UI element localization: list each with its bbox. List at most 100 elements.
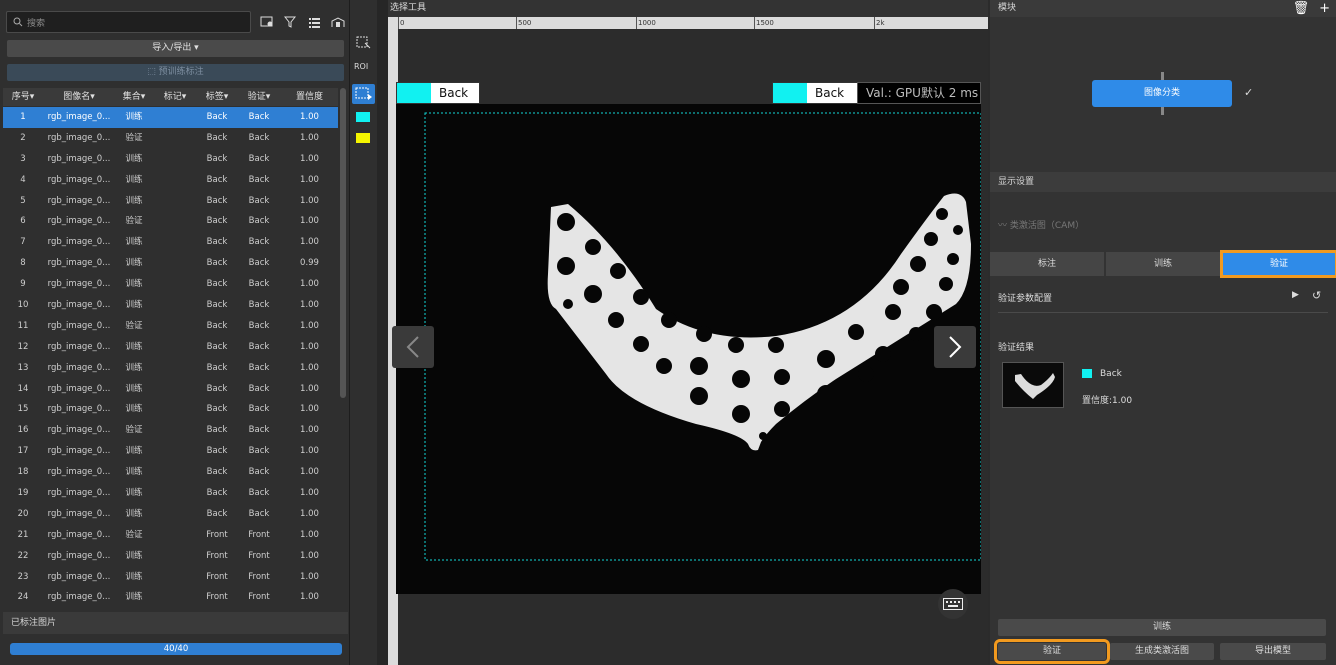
delete-icon[interactable]: 🗑 [1293, 0, 1310, 17]
table-row[interactable]: 17 rgb_image_0... 训练 Back Back 1.00 [3, 441, 338, 462]
cell-name: rgb_image_0... [47, 300, 111, 311]
col-validation[interactable]: 验证▾ [237, 88, 281, 106]
cell-set: 训练 [125, 258, 143, 269]
cell-name: rgb_image_0... [47, 488, 111, 499]
layout-icon[interactable] [330, 14, 346, 30]
col-confidence[interactable]: 置信度 [281, 88, 338, 106]
table-row[interactable]: 12 rgb_image_0... 训练 Back Back 1.00 [3, 337, 338, 358]
cell-n: 20 [17, 508, 29, 519]
cell-val: Back [248, 195, 270, 206]
table-row[interactable]: 22 rgb_image_0... 训练 Front Front 1.00 [3, 546, 338, 567]
col-set[interactable]: 集合▾ [115, 88, 153, 106]
generate-cam-button[interactable]: 生成类激活图 [1110, 643, 1214, 660]
prev-image-button[interactable] [392, 326, 434, 368]
col-index[interactable]: 序号▾ [3, 88, 43, 106]
select-tool-icon[interactable] [356, 36, 372, 53]
cell-conf: 1.00 [300, 174, 319, 185]
tab-validate[interactable]: 验证 [1220, 250, 1336, 278]
tab-label[interactable]: 标注 [990, 252, 1104, 276]
class-color-back[interactable] [356, 112, 370, 122]
back-class-swatch [397, 83, 431, 103]
table-row[interactable]: 3 rgb_image_0... 训练 Back Back 1.00 [3, 149, 338, 170]
cell-label: Back [206, 425, 228, 436]
cell-label: Back [206, 174, 228, 185]
reset-icon[interactable]: ↺ [1312, 289, 1321, 302]
tab-train[interactable]: 训练 [1106, 252, 1220, 276]
cell-name: rgb_image_0... [47, 195, 111, 206]
connector-bottom [1161, 107, 1164, 115]
expand-icon[interactable]: ▶ [1292, 290, 1299, 300]
cell-set: 验证 [125, 132, 143, 143]
table-row[interactable]: 19 rgb_image_0... 训练 Back Back 1.00 [3, 483, 338, 504]
cell-name: rgb_image_0... [47, 446, 111, 457]
next-image-button[interactable] [934, 326, 976, 368]
export-model-button[interactable]: 导出模型 [1220, 643, 1326, 660]
train-button[interactable]: 训练 [998, 619, 1326, 636]
filter-icon[interactable] [283, 14, 299, 30]
table-row[interactable]: 9 rgb_image_0... 训练 Back Back 1.00 [3, 274, 338, 295]
chevron-left-icon [406, 336, 419, 358]
table-row[interactable]: 16 rgb_image_0... 验证 Back Back 1.00 [3, 420, 338, 441]
table-scrollbar[interactable] [340, 88, 346, 398]
table-row[interactable]: 10 rgb_image_0... 训练 Back Back 1.00 [3, 295, 338, 316]
col-mark[interactable]: 标记▾ [153, 88, 197, 106]
image-classification-node[interactable]: 图像分类 [1092, 80, 1232, 107]
table-row[interactable]: 21 rgb_image_0... 验证 Front Front 1.00 [3, 525, 338, 546]
table-row[interactable]: 5 rgb_image_0... 训练 Back Back 1.00 [3, 191, 338, 212]
cell-conf: 1.00 [300, 592, 319, 603]
image-canvas[interactable] [396, 104, 982, 594]
roi-tool[interactable]: ROI [354, 62, 368, 71]
list-view-icon[interactable] [307, 14, 323, 30]
table-row[interactable]: 20 rgb_image_0... 训练 Back Back 1.00 [3, 504, 338, 525]
cell-n: 3 [20, 153, 26, 164]
col-label[interactable]: 标签▾ [197, 88, 237, 106]
cell-set: 训练 [125, 362, 143, 373]
validate-button[interactable]: 验证 [994, 639, 1110, 664]
part-image [424, 112, 982, 561]
cell-name: rgb_image_0... [47, 153, 111, 164]
class-color-front[interactable] [356, 133, 370, 143]
table-row[interactable]: 1 rgb_image_0... 训练 Back Back 1.00 [3, 107, 338, 128]
cell-mark [153, 504, 197, 525]
cell-n: 18 [17, 467, 29, 478]
ruler-top: 0 500 1000 1500 2k [388, 17, 988, 29]
table-row[interactable]: 14 rgb_image_0... 训练 Back Back 1.00 [3, 379, 338, 400]
cell-val: Back [248, 383, 270, 394]
pretrain-label-button[interactable]: ⬚ 预训练标注 [7, 64, 344, 81]
table-row[interactable]: 11 rgb_image_0... 验证 Back Back 1.00 [3, 316, 338, 337]
table-row[interactable]: 13 rgb_image_0... 训练 Back Back 1.00 [3, 358, 338, 379]
cam-toggle[interactable]: 〰 类激活图（CAM） [998, 218, 1084, 231]
cell-name: rgb_image_0... [47, 550, 111, 561]
cell-mark [153, 525, 197, 546]
table-row[interactable]: 6 rgb_image_0... 验证 Back Back 1.00 [3, 211, 338, 232]
back-class-swatch [773, 83, 807, 103]
cell-conf: 1.00 [300, 446, 319, 457]
add-icon[interactable]: + [1319, 0, 1330, 17]
cell-mark [153, 379, 197, 400]
result-thumbnail[interactable] [1002, 362, 1064, 408]
annotate-tool-icon[interactable] [352, 84, 375, 104]
cell-name: rgb_image_0... [47, 425, 111, 436]
import-export-button[interactable]: 导入/导出 ▾ [7, 40, 344, 57]
image-viewer: 选择工具 0 500 1000 1500 2k Back Back Val.: … [388, 0, 988, 665]
search-input[interactable]: 搜索 [6, 11, 252, 33]
col-image-name[interactable]: 图像名▾ [43, 88, 115, 106]
cell-set: 训练 [125, 341, 143, 352]
table-row[interactable]: 18 rgb_image_0... 训练 Back Back 1.00 [3, 462, 338, 483]
cell-set: 训练 [125, 592, 143, 603]
cell-set: 训练 [125, 195, 143, 206]
keyboard-shortcuts-button[interactable] [938, 589, 968, 619]
table-row[interactable]: 15 rgb_image_0... 训练 Back Back 1.00 [3, 399, 338, 420]
table-row[interactable]: 24 rgb_image_0... 训练 Front Front 1.00 [3, 587, 338, 608]
cell-label: Back [206, 216, 228, 227]
val-params-row[interactable]: 验证参数配置 [998, 291, 1052, 304]
table-row[interactable]: 8 rgb_image_0... 训练 Back Back 0.99 [3, 253, 338, 274]
image-settings-icon[interactable] [259, 14, 275, 30]
table-row[interactable]: 7 rgb_image_0... 训练 Back Back 1.00 [3, 232, 338, 253]
panel-divider[interactable] [377, 0, 388, 665]
cell-val: Back [248, 488, 270, 499]
table-row[interactable]: 23 rgb_image_0... 训练 Front Front 1.00 [3, 567, 338, 588]
table-row[interactable]: 4 rgb_image_0... 训练 Back Back 1.00 [3, 170, 338, 191]
table-row[interactable]: 2 rgb_image_0... 验证 Back Back 1.00 [3, 128, 338, 149]
cell-set: 验证 [125, 425, 143, 436]
